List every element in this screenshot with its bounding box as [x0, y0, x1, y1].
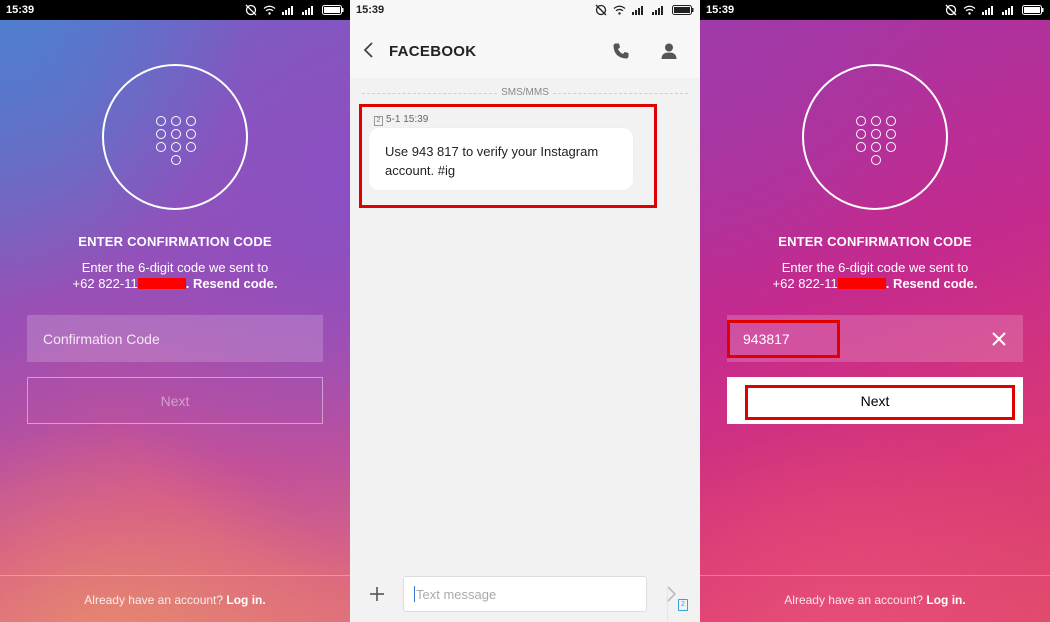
- battery-icon: [322, 5, 344, 15]
- message-composer: Text message 2: [350, 566, 700, 622]
- signal-icon: [282, 6, 293, 15]
- page-title: ENTER CONFIRMATION CODE: [778, 234, 972, 249]
- signal-icon: [982, 6, 993, 15]
- status-bar: 15:39: [350, 0, 700, 20]
- send-icon[interactable]: [666, 586, 678, 602]
- keypad-icon: [156, 116, 198, 172]
- keypad-circle: [102, 64, 248, 210]
- status-time: 15:39: [356, 4, 385, 16]
- sms-conversation-screen: 15:39 FACEBOOK SMS/MMS 2 5-1 15:39 Use 94…: [350, 0, 700, 622]
- battery-icon: [1022, 5, 1044, 15]
- highlight-message-box: [359, 104, 657, 208]
- wifi-icon: [613, 5, 626, 15]
- alarm-off-icon: [245, 4, 257, 16]
- next-button[interactable]: Next: [27, 377, 323, 424]
- wifi-icon: [263, 5, 276, 15]
- resend-code-link[interactable]: . Resend code.: [186, 276, 278, 291]
- keypad-icon: [856, 116, 898, 172]
- person-icon[interactable]: [660, 42, 678, 60]
- confirmation-code-input[interactable]: Confirmation Code: [27, 315, 323, 362]
- divider: [0, 575, 350, 576]
- alarm-off-icon: [945, 4, 957, 16]
- highlight-next-box: [745, 385, 1015, 420]
- highlight-code-box: [727, 320, 840, 358]
- phone-number: +62 822-11: [772, 276, 838, 291]
- back-icon[interactable]: [362, 42, 376, 58]
- signal-icon: [652, 6, 663, 15]
- status-bar: 15:39: [700, 0, 1050, 20]
- status-time: 15:39: [6, 4, 35, 16]
- signal-icon: [302, 6, 313, 15]
- battery-icon: [672, 5, 694, 15]
- plus-icon[interactable]: [369, 586, 385, 602]
- page-title: ENTER CONFIRMATION CODE: [78, 234, 272, 249]
- divider: [700, 575, 1050, 576]
- confirmation-screen-filled: 15:39 ENTER CONFIRMATION CODE Enter the …: [700, 0, 1050, 622]
- input-placeholder: Confirmation Code: [43, 330, 160, 347]
- keypad-circle: [802, 64, 948, 210]
- login-link[interactable]: Log in.: [226, 593, 265, 607]
- clear-icon[interactable]: [988, 328, 1010, 350]
- signal-icon: [1002, 6, 1013, 15]
- phone-icon[interactable]: [612, 42, 630, 60]
- conversation-header: FACEBOOK: [350, 20, 700, 78]
- login-prompt: Already have an account? Log in.: [84, 593, 266, 607]
- wifi-icon: [963, 5, 976, 15]
- confirmation-screen-empty: 15:39 ENTER CONFIRMATION CODE Enter the …: [0, 0, 350, 622]
- login-prompt: Already have an account? Log in.: [784, 593, 966, 607]
- code-instructions: Enter the 6-digit code we sent to +62 82…: [772, 260, 978, 291]
- phone-number: +62 822-11: [72, 276, 138, 291]
- status-time: 15:39: [706, 4, 735, 16]
- sim-select-icon[interactable]: 2: [678, 599, 688, 611]
- alarm-off-icon: [595, 4, 607, 16]
- status-bar: 15:39: [0, 0, 350, 20]
- login-link[interactable]: Log in.: [926, 593, 965, 607]
- sms-mms-label: SMS/MMS: [350, 87, 700, 98]
- code-instructions: Enter the 6-digit code we sent to +62 82…: [72, 260, 278, 291]
- text-caret: [414, 586, 415, 602]
- redaction-box: [137, 278, 186, 289]
- signal-icon: [632, 6, 643, 15]
- resend-code-link[interactable]: . Resend code.: [886, 276, 978, 291]
- conversation-title: FACEBOOK: [389, 43, 477, 60]
- text-message-input[interactable]: Text message 2: [403, 576, 688, 622]
- redaction-box: [837, 278, 886, 289]
